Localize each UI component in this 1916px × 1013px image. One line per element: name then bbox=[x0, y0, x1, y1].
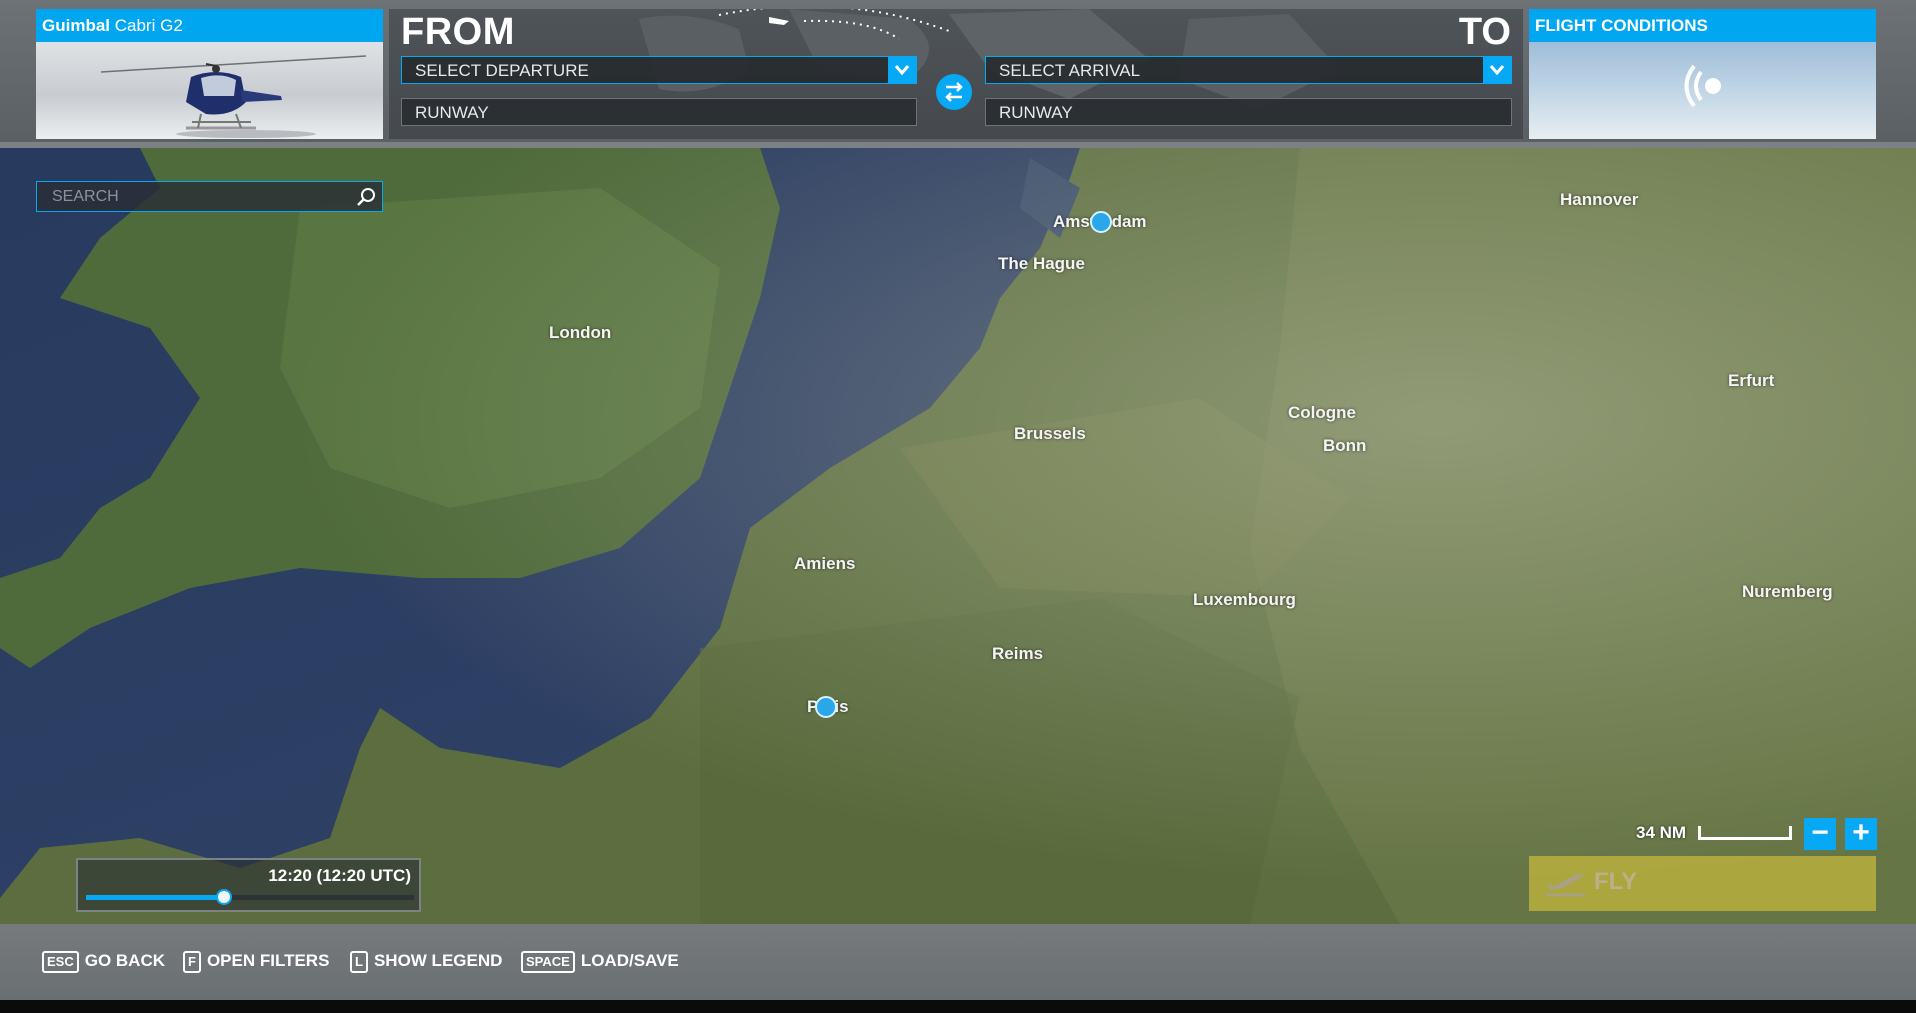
aircraft-title: Guimbal Cabri G2 bbox=[36, 9, 383, 42]
city-label-reims[interactable]: Reims bbox=[992, 644, 1043, 664]
arrival-runway-label: RUNWAY bbox=[999, 103, 1073, 122]
map-scale-bar bbox=[1698, 826, 1792, 840]
city-label-bonn[interactable]: Bonn bbox=[1323, 436, 1366, 456]
search-placeholder: SEARCH bbox=[52, 188, 119, 205]
departure-runway-label: RUNWAY bbox=[415, 103, 489, 122]
key-cap: F bbox=[183, 951, 201, 973]
swap-icon bbox=[945, 82, 963, 102]
city-label-brussels[interactable]: Brussels bbox=[1014, 424, 1086, 444]
bottom-edge bbox=[0, 1000, 1916, 1013]
shortcut-label: GO BACK bbox=[84, 951, 166, 970]
shortcut-load-save[interactable]: SPACE LOAD/SAVE bbox=[521, 951, 679, 973]
fly-button-label: FLY bbox=[1594, 868, 1638, 895]
fly-button[interactable]: FLY bbox=[1529, 856, 1876, 911]
chevron-down-icon[interactable] bbox=[888, 57, 916, 83]
arrival-runway-field[interactable]: RUNWAY bbox=[985, 98, 1512, 126]
search-input[interactable]: SEARCH bbox=[36, 181, 383, 212]
time-slider-handle[interactable] bbox=[215, 889, 232, 905]
time-of-day-panel: 12:20 (12:20 UTC) bbox=[76, 858, 421, 912]
flight-conditions-card[interactable]: FLIGHT CONDITIONS bbox=[1529, 9, 1876, 139]
arrival-select-label: SELECT ARRIVAL bbox=[999, 61, 1141, 80]
satellite-terrain bbox=[0, 148, 1916, 924]
map-scale-label: 34 NM bbox=[1636, 823, 1687, 842]
city-label-nuremberg[interactable]: Nuremberg bbox=[1742, 582, 1833, 602]
aircraft-thumbnail bbox=[36, 42, 383, 139]
aircraft-brand: Guimbal bbox=[42, 16, 111, 35]
route-panel: FROM TO SELECT DEPARTURE RUNWAY SELECT A… bbox=[389, 9, 1523, 139]
departure-select[interactable]: SELECT DEPARTURE bbox=[401, 56, 917, 84]
city-label-london[interactable]: London bbox=[549, 323, 611, 343]
key-cap: L bbox=[350, 951, 368, 973]
airport-pin-icon[interactable] bbox=[1090, 211, 1112, 233]
shortcut-label: LOAD/SAVE bbox=[580, 951, 679, 970]
airport-pin-icon[interactable] bbox=[815, 696, 837, 718]
from-label: FROM bbox=[401, 11, 515, 53]
shortcut-label: SHOW LEGEND bbox=[373, 951, 503, 970]
helicopter-icon bbox=[100, 55, 367, 138]
city-label-cologne[interactable]: Cologne bbox=[1288, 403, 1356, 423]
shortcut-label: OPEN FILTERS bbox=[206, 951, 330, 970]
world-map[interactable]: SEARCH Amsterdam Hannover The Hague Lond… bbox=[0, 148, 1916, 924]
live-weather-icon bbox=[1684, 64, 1721, 108]
city-label-erfurt[interactable]: Erfurt bbox=[1728, 371, 1774, 391]
shortcut-go-back[interactable]: ESC GO BACK bbox=[42, 951, 166, 973]
departure-runway-field[interactable]: RUNWAY bbox=[401, 98, 917, 126]
key-cap: ESC bbox=[42, 951, 79, 973]
arrival-select[interactable]: SELECT ARRIVAL bbox=[985, 56, 1512, 84]
shortcut-open-filters[interactable]: F OPEN FILTERS bbox=[183, 951, 330, 973]
departure-select-label: SELECT DEPARTURE bbox=[415, 61, 589, 80]
key-cap: SPACE bbox=[521, 951, 575, 973]
aircraft-card[interactable]: Guimbal Cabri G2 bbox=[36, 9, 383, 139]
zoom-in-button[interactable]: + bbox=[1845, 818, 1877, 850]
search-icon[interactable] bbox=[355, 186, 377, 208]
top-bar: Guimbal Cabri G2 FROM TO SELECT DEPARTUR… bbox=[0, 0, 1916, 148]
time-slider[interactable] bbox=[86, 889, 414, 905]
city-label-amiens[interactable]: Amiens bbox=[794, 554, 855, 574]
to-label: TO bbox=[1458, 11, 1511, 53]
zoom-out-button[interactable]: − bbox=[1804, 818, 1836, 850]
shortcut-show-legend[interactable]: L SHOW LEGEND bbox=[350, 951, 503, 973]
chevron-down-icon[interactable] bbox=[1483, 57, 1511, 83]
bottom-shortcut-bar: ESC GO BACK F OPEN FILTERS L SHOW LEGEND SP… bbox=[0, 924, 1916, 1013]
flight-conditions-title: FLIGHT CONDITIONS bbox=[1529, 9, 1876, 42]
city-label-the-hague[interactable]: The Hague bbox=[998, 254, 1085, 274]
time-value: 12:20 (12:20 UTC) bbox=[268, 866, 411, 885]
city-label-luxembourg[interactable]: Luxembourg bbox=[1193, 590, 1296, 610]
aircraft-model: Cabri G2 bbox=[114, 16, 183, 35]
plane-takeoff-icon bbox=[1545, 874, 1585, 897]
time-slider-fill bbox=[86, 895, 224, 900]
city-label-hannover[interactable]: Hannover bbox=[1560, 190, 1638, 210]
swap-route-button[interactable] bbox=[936, 74, 972, 110]
